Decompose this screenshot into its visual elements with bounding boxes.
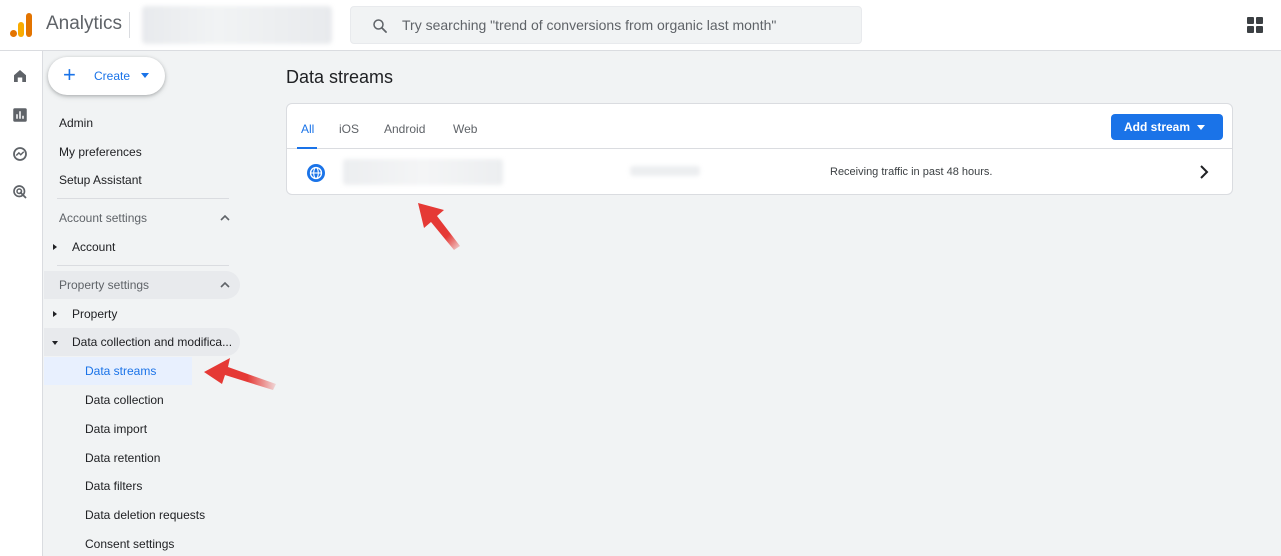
add-stream-label: Add stream [1124, 120, 1191, 134]
platform-tabs: All iOS Android Web Add stream [287, 104, 1232, 149]
nav-item-my-preferences[interactable]: My preferences [59, 145, 142, 159]
analytics-logo-icon[interactable] [10, 13, 32, 37]
collapse-arrow-icon [52, 341, 58, 345]
stream-row[interactable]: Receiving traffic in past 48 hours. [287, 150, 1232, 195]
header-divider [129, 12, 130, 38]
tab-ios[interactable]: iOS [339, 122, 359, 136]
page-title: Data streams [286, 67, 394, 87]
expand-arrow-icon [53, 311, 57, 317]
admin-nav: + Create Admin My preferences Setup Assi… [44, 51, 256, 556]
data-streams-card: All iOS Android Web Add stream Receiving… [286, 103, 1233, 195]
nav-item-data-import[interactable]: Data import [85, 422, 147, 436]
search-placeholder[interactable]: Try searching "trend of conversions from… [402, 17, 776, 33]
stream-id-redacted [630, 166, 700, 176]
nav-item-property[interactable]: Property [72, 307, 117, 321]
globe-icon [307, 164, 325, 182]
top-bar: Analytics Try searching "trend of conver… [0, 0, 1281, 51]
chevron-right-icon[interactable] [1197, 164, 1211, 180]
left-rail [0, 51, 43, 556]
plus-icon: + [63, 62, 76, 87]
property-settings-title: Property settings [59, 278, 150, 292]
account-settings-header[interactable]: Account settings [44, 204, 240, 232]
tab-all[interactable]: All [301, 122, 314, 136]
search-bar[interactable]: Try searching "trend of conversions from… [350, 6, 862, 44]
dropdown-caret-icon [141, 73, 149, 78]
search-icon [373, 19, 387, 33]
create-button[interactable]: + Create [48, 57, 165, 95]
nav-item-admin[interactable]: Admin [59, 116, 93, 130]
create-button-label: Create [94, 69, 131, 83]
account-settings-title: Account settings [59, 211, 148, 225]
expand-arrow-icon [53, 244, 57, 250]
reports-icon[interactable] [11, 106, 29, 124]
nav-item-account[interactable]: Account [72, 240, 115, 254]
tab-android[interactable]: Android [384, 122, 425, 136]
nav-item-data-streams[interactable]: Data streams [85, 364, 156, 378]
account-selector[interactable] [142, 6, 332, 44]
nav-divider [57, 265, 229, 266]
stream-name-redacted [343, 159, 503, 185]
annotation-arrow-icon [204, 358, 276, 390]
nav-item-consent-settings[interactable]: Consent settings [85, 537, 174, 551]
explore-icon[interactable] [11, 145, 29, 163]
nav-item-data-collection-modification[interactable]: Data collection and modifica... [72, 335, 232, 349]
nav-item-data-collection[interactable]: Data collection [85, 393, 164, 407]
nav-item-data-filters[interactable]: Data filters [85, 479, 142, 493]
nav-item-data-deletion-requests[interactable]: Data deletion requests [85, 508, 205, 522]
dropdown-caret-icon [1197, 125, 1205, 130]
property-settings-header[interactable]: Property settings [44, 271, 240, 299]
chevron-up-icon [220, 214, 230, 221]
annotation-arrow-icon [418, 203, 460, 250]
stream-status: Receiving traffic in past 48 hours. [830, 166, 993, 178]
advertising-icon[interactable] [11, 183, 29, 201]
chevron-up-icon [220, 281, 230, 288]
nav-item-setup-assistant[interactable]: Setup Assistant [59, 173, 142, 187]
apps-grid-icon[interactable] [1247, 17, 1263, 33]
app-title[interactable]: Analytics [46, 13, 122, 35]
nav-divider [57, 198, 229, 199]
tab-web[interactable]: Web [453, 122, 477, 136]
nav-item-data-retention[interactable]: Data retention [85, 451, 160, 465]
home-icon[interactable] [11, 67, 29, 85]
add-stream-button[interactable]: Add stream [1111, 114, 1223, 140]
active-tab-indicator [297, 147, 317, 149]
